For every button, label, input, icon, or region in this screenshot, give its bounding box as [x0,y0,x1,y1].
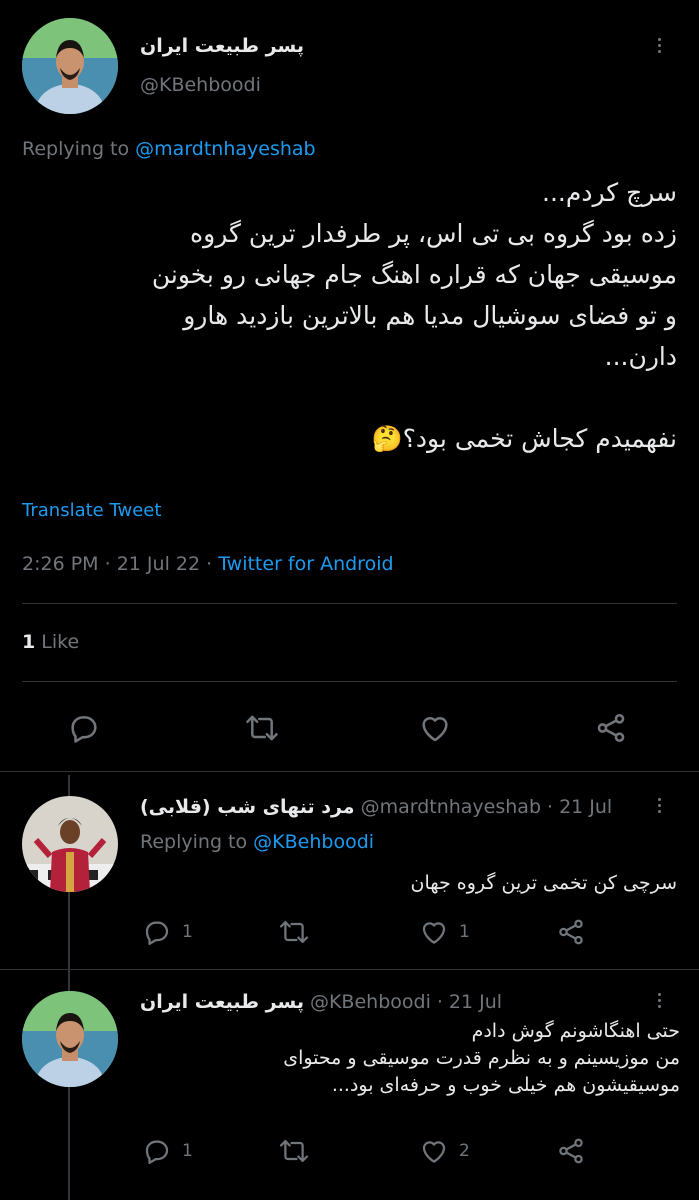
reply-line: حتی اهنگاشونم گوش دادم [471,1020,680,1042]
translate-tweet-link[interactable]: Translate Tweet [22,500,161,521]
separator: · [104,553,111,575]
reply-icon[interactable] [67,711,101,745]
replying-to: Replying to @KBehboodi [140,831,374,853]
replying-to: Replying to @mardtnhayeshab [22,138,316,160]
like-count: 1 [459,922,470,942]
reply-icon[interactable] [142,917,172,947]
reply-icon[interactable] [142,1136,172,1166]
handle[interactable]: @KBehboodi [310,991,431,1013]
like-icon[interactable] [418,711,452,745]
replying-prefix: Replying to [140,831,248,853]
retweet-icon[interactable] [278,917,310,947]
share-icon[interactable] [556,1136,586,1166]
reply-text: سرچی کن تخمی ترین گروه جهان [140,868,678,898]
reply-action[interactable]: 1 [142,917,193,947]
reply-count: 1 [182,1141,193,1161]
more-icon[interactable] [658,798,661,813]
tweet-line: دارن... [604,342,677,371]
reply-date[interactable]: 21 Jul [449,991,502,1013]
retweet-action[interactable] [278,917,320,947]
avatar[interactable] [22,18,118,114]
retweet-icon[interactable] [244,711,280,745]
tweet-line: زده بود گروه بی تی اس، پر طرفدار ترین گر… [190,219,677,248]
tweet-line: و تو فضای سوشیال مدیا هم بالاترین بازدید… [183,301,677,330]
divider [22,603,677,604]
tweet-source-link[interactable]: Twitter for Android [218,553,393,575]
tweet-line: نفهمیدم کجاش تخمی بود؟🤔 [371,424,677,453]
avatar[interactable] [22,796,118,892]
reply-text: حتی اهنگاشونم گوش دادم من موزیسینم و به … [140,1018,680,1099]
reply-line: موسیقیشون هم خیلی خوب و حرفه‌ای بود... [331,1074,680,1096]
tweet-line: موسیقی جهان که قراره اهنگ جام جهانی رو ب… [151,260,677,289]
like-count: 2 [459,1141,470,1161]
more-icon[interactable] [658,38,661,53]
retweet-icon[interactable] [278,1136,310,1166]
tweet-text: سرچ کردم... زده بود گروه بی تی اس، پر طر… [22,172,677,459]
like-icon[interactable] [419,917,449,947]
tweet-line: سرچ کردم... [542,178,677,207]
reply-line: من موزیسینم و به نظرم قدرت موسیقی و محتو… [283,1047,680,1069]
more-icon[interactable] [658,993,661,1008]
like-icon[interactable] [419,1136,449,1166]
tweet-meta: 2:26 PM · 21 Jul 22 · Twitter for Androi… [22,553,394,575]
likes-label: Like [41,631,80,653]
share-action[interactable] [556,1136,586,1166]
divider [0,969,699,970]
tweet-time[interactable]: 2:26 PM [22,553,99,575]
separator: · [547,796,554,818]
replying-to-link[interactable]: @mardtnhayeshab [135,138,315,160]
share-action[interactable] [556,917,586,947]
display-name[interactable]: مرد تنهای شب (قلابی) [140,796,355,818]
handle[interactable]: @KBehboodi [140,74,261,96]
separator: · [206,553,213,575]
handle[interactable]: @mardtnhayeshab [361,796,541,818]
reply-header: پسر طبیعت ایران @KBehboodi · 21 Jul [140,991,665,1013]
tweet-date[interactable]: 21 Jul 22 [117,553,200,575]
avatar[interactable] [22,991,118,1087]
separator: · [436,991,443,1013]
share-icon[interactable] [556,917,586,947]
like-action[interactable]: 2 [419,1136,470,1166]
like-action[interactable]: 1 [419,917,470,947]
share-icon[interactable] [594,711,628,745]
likes-count: 1 [22,631,36,653]
replying-prefix: Replying to [22,138,130,160]
reply-count: 1 [182,922,193,942]
likes-stat[interactable]: 1 Like [22,631,79,653]
reply-action[interactable]: 1 [142,1136,193,1166]
display-name[interactable]: پسر طبیعت ایران [140,991,304,1013]
reply-line: سرچی کن تخمی ترین گروه جهان [410,872,678,894]
divider [0,771,699,772]
replying-to-link[interactable]: @KBehboodi [253,831,374,853]
retweet-action[interactable] [278,1136,320,1166]
reply-header: مرد تنهای شب (قلابی) @mardtnhayeshab · 2… [140,796,665,818]
display-name[interactable]: پسر طبیعت ایران [140,35,304,57]
divider [22,681,677,682]
reply-date[interactable]: 21 Jul [559,796,612,818]
